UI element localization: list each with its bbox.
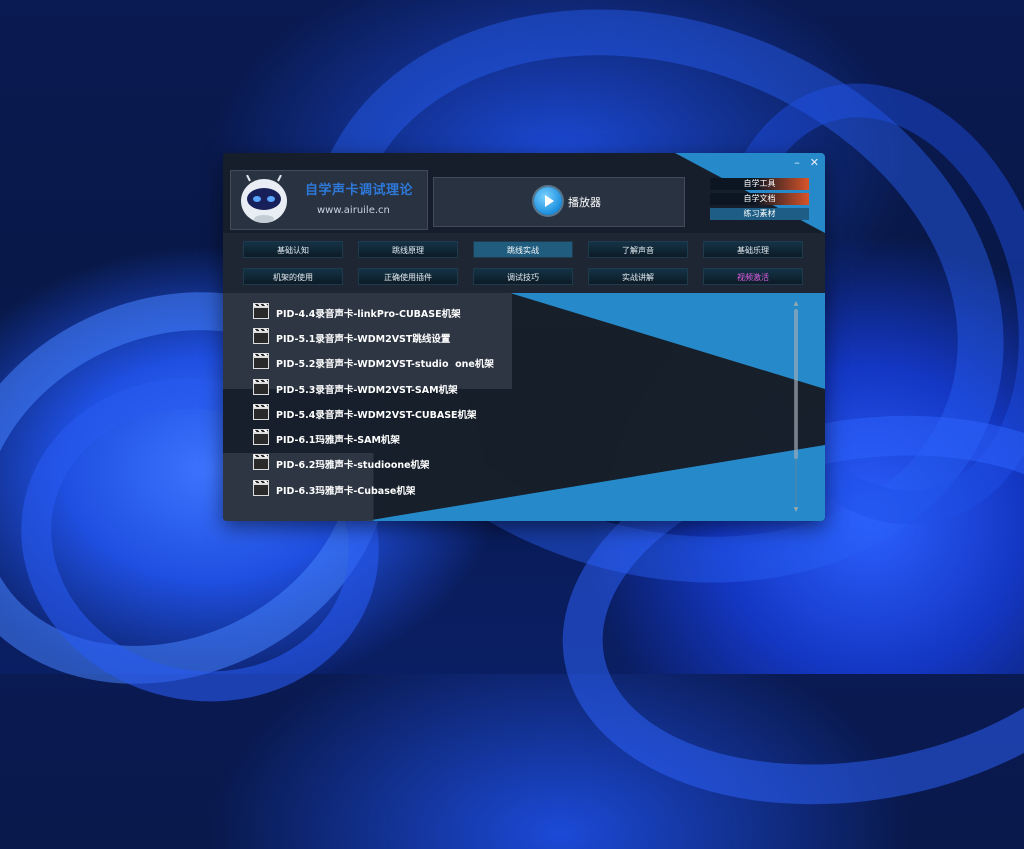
list-item-label: PID-4.4录音声卡-linkPro-CUBASE机架 bbox=[276, 308, 461, 320]
clapperboard-icon bbox=[253, 429, 269, 446]
clapperboard-icon bbox=[253, 327, 269, 344]
side-links: 自学工具 自学文档 练习素材 bbox=[710, 178, 809, 223]
list-item[interactable]: PID-6.1玛雅声卡-SAM机架 bbox=[253, 426, 793, 451]
scroll-up-icon[interactable]: ▲ bbox=[793, 301, 799, 307]
clapperboard-icon bbox=[253, 353, 269, 370]
video-list: PID-4.4录音声卡-linkPro-CUBASE机架 PID-5.1录音声卡… bbox=[253, 300, 793, 502]
clapperboard-icon bbox=[253, 302, 269, 319]
list-item[interactable]: PID-5.3录音声卡-WDM2VST-SAM机架 bbox=[253, 376, 793, 401]
list-item[interactable]: PID-6.3玛雅声卡-Cubase机架 bbox=[253, 477, 793, 502]
robot-logo-icon bbox=[241, 175, 287, 223]
list-item-label: PID-5.1录音声卡-WDM2VST跳线设置 bbox=[276, 333, 451, 345]
tab-rack-usage[interactable]: 机架的使用 bbox=[243, 268, 343, 285]
list-item[interactable]: PID-4.4录音声卡-linkPro-CUBASE机架 bbox=[253, 300, 793, 325]
tab-video-activation[interactable]: 视频激活 bbox=[703, 268, 803, 285]
link-self-study-tools[interactable]: 自学工具 bbox=[710, 178, 809, 190]
tab-basic-knowledge[interactable]: 基础认知 bbox=[243, 241, 343, 258]
app-header: – ✕ 自学声卡调试理论 www.airuile.cn 播放器 自学工具 自学文… bbox=[223, 153, 825, 233]
link-self-study-docs[interactable]: 自学文档 bbox=[710, 193, 809, 205]
list-item[interactable]: PID-5.2录音声卡-WDM2VST-studio one机架 bbox=[253, 351, 793, 376]
window-controls: – ✕ bbox=[794, 156, 819, 169]
player-panel[interactable]: 播放器 bbox=[433, 177, 685, 227]
link-practice-materials[interactable]: 练习素材 bbox=[710, 208, 809, 220]
logo-title: 自学声卡调试理论 bbox=[305, 183, 414, 198]
clapperboard-icon bbox=[253, 378, 269, 395]
play-icon[interactable] bbox=[534, 187, 562, 215]
list-item[interactable]: PID-6.2玛雅声卡-studioone机架 bbox=[253, 452, 793, 477]
list-item-label: PID-6.1玛雅声卡-SAM机架 bbox=[276, 435, 400, 447]
tab-patch-principle[interactable]: 跳线原理 bbox=[358, 241, 458, 258]
tab-practice-explained[interactable]: 实战讲解 bbox=[588, 268, 688, 285]
list-scrollbar[interactable]: ▲ ▼ bbox=[793, 301, 799, 513]
logo-url: www.airuile.cn bbox=[317, 205, 390, 216]
clapperboard-icon bbox=[253, 403, 269, 420]
category-nav: 基础认知 跳线原理 跳线实战 了解声音 基础乐理 机架的使用 正确使用插件 调试… bbox=[223, 233, 825, 293]
tab-patch-practice[interactable]: 跳线实战 bbox=[473, 241, 573, 258]
tab-tuning-tips[interactable]: 调试技巧 bbox=[473, 268, 573, 285]
list-item-label: PID-6.3玛雅声卡-Cubase机架 bbox=[276, 485, 416, 497]
minimize-button[interactable]: – bbox=[794, 156, 800, 169]
clapperboard-icon bbox=[253, 479, 269, 496]
list-item[interactable]: PID-5.1录音声卡-WDM2VST跳线设置 bbox=[253, 325, 793, 350]
tab-plugin-usage[interactable]: 正确使用插件 bbox=[358, 268, 458, 285]
clapperboard-icon bbox=[253, 454, 269, 471]
list-item[interactable]: PID-5.4录音声卡-WDM2VST-CUBASE机架 bbox=[253, 401, 793, 426]
tab-understand-sound[interactable]: 了解声音 bbox=[588, 241, 688, 258]
video-list-panel: PID-4.4录音声卡-linkPro-CUBASE机架 PID-5.1录音声卡… bbox=[223, 293, 825, 521]
tab-music-theory[interactable]: 基础乐理 bbox=[703, 241, 803, 258]
list-item-label: PID-5.3录音声卡-WDM2VST-SAM机架 bbox=[276, 384, 458, 396]
logo-panel: 自学声卡调试理论 www.airuile.cn bbox=[230, 170, 428, 230]
app-window: – ✕ 自学声卡调试理论 www.airuile.cn 播放器 自学工具 自学文… bbox=[223, 153, 825, 521]
scroll-down-icon[interactable]: ▼ bbox=[793, 507, 799, 513]
list-item-label: PID-5.2录音声卡-WDM2VST-studio one机架 bbox=[276, 359, 494, 371]
list-item-label: PID-5.4录音声卡-WDM2VST-CUBASE机架 bbox=[276, 409, 477, 421]
scroll-thumb[interactable] bbox=[794, 309, 798, 459]
player-label[interactable]: 播放器 bbox=[568, 194, 601, 210]
list-item-label: PID-6.2玛雅声卡-studioone机架 bbox=[276, 460, 430, 472]
close-button[interactable]: ✕ bbox=[810, 156, 819, 169]
